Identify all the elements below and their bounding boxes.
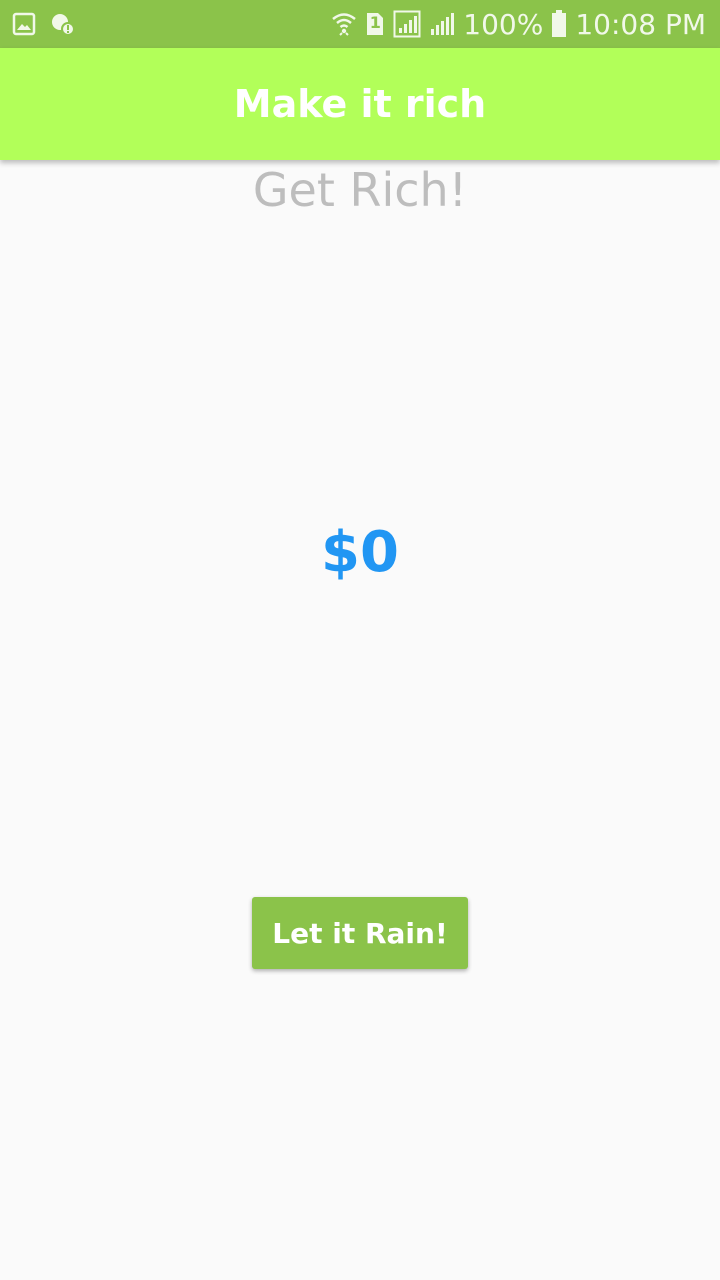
headline: Get Rich!: [252, 163, 468, 217]
sim-badge: 1: [369, 13, 381, 32]
app-bar: Make it rich: [0, 48, 720, 160]
let-it-rain-button[interactable]: Let it Rain!: [252, 897, 468, 969]
status-bar: 1 100% 10:08 PM: [0, 0, 720, 48]
signal-2-icon: [429, 11, 455, 37]
money-amount: $0: [321, 520, 399, 585]
wifi-icon: [331, 10, 357, 38]
battery-icon: [551, 10, 567, 38]
signal-1-icon: [393, 10, 421, 38]
clock: 10:08 PM: [575, 7, 706, 41]
battery-percent: 100%: [463, 7, 544, 41]
app-title: Make it rich: [233, 82, 487, 126]
sim-icon: 1: [365, 11, 385, 37]
status-left: [0, 11, 76, 37]
notification-alert-icon: [50, 11, 76, 37]
gallery-icon: [12, 12, 36, 36]
status-right: 1 100% 10:08 PM: [331, 8, 720, 41]
